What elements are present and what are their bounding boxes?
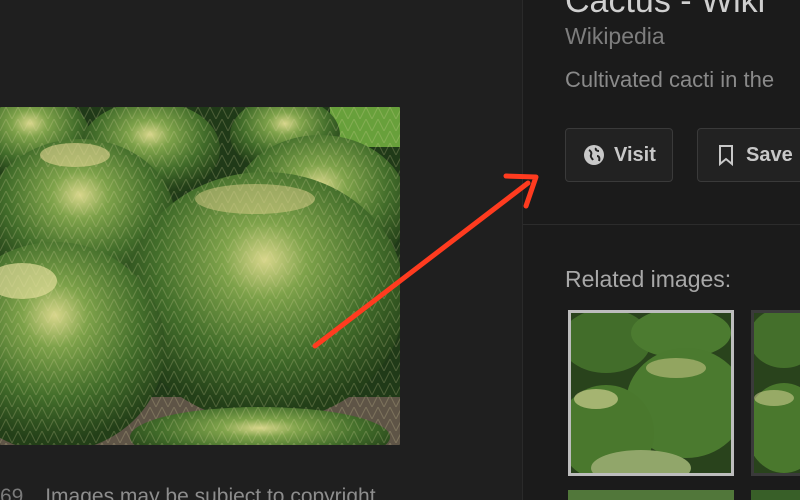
related-images-heading: Related images:: [565, 266, 732, 292]
image-preview-area: 69 Images may be subject to copyright: [0, 0, 522, 500]
image-caption: 69 Images may be subject to copyright: [0, 485, 376, 500]
visit-button[interactable]: Visit: [565, 128, 673, 182]
image-dimensions: 69: [0, 485, 24, 500]
related-image-thumbnail[interactable]: [568, 310, 734, 476]
bookmark-icon: [714, 143, 738, 167]
save-button[interactable]: Save: [697, 128, 800, 182]
section-divider: [523, 224, 800, 225]
source-label: Wikipedia: [565, 23, 665, 49]
save-label: Save: [746, 143, 793, 166]
page-title[interactable]: Cactus - Wiki: [565, 0, 765, 21]
related-image-thumbnail[interactable]: [751, 490, 800, 500]
globe-icon: [582, 143, 606, 167]
related-image-thumbnail[interactable]: [568, 490, 734, 500]
image-info-panel: Cactus - Wiki Wikipedia Cultivated cacti…: [522, 0, 800, 500]
image-description: Cultivated cacti in the: [565, 67, 775, 92]
main-cactus-image[interactable]: [0, 107, 400, 445]
copyright-notice: Images may be subject to copyright: [45, 485, 376, 500]
related-image-thumbnail[interactable]: [751, 310, 800, 476]
image-viewer: 69 Images may be subject to copyright Ca…: [0, 0, 800, 500]
visit-label: Visit: [614, 143, 656, 166]
